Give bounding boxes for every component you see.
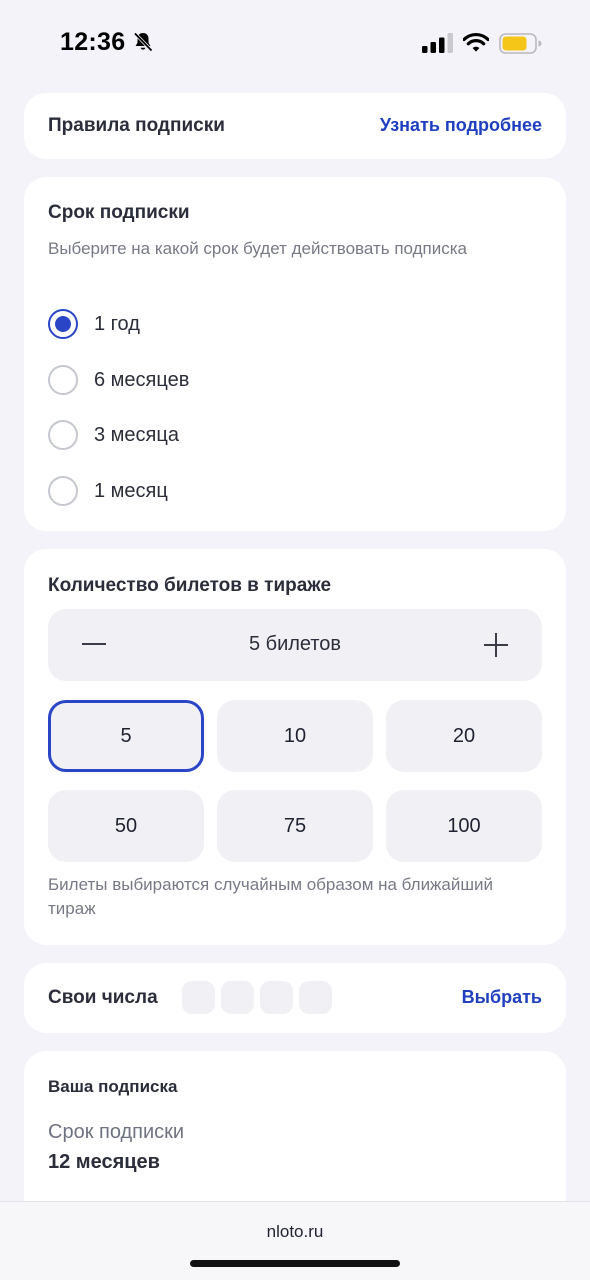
rules-title: Правила подписки	[48, 115, 225, 136]
term-option-3-months[interactable]: 3 месяца	[48, 419, 179, 451]
bell-muted-icon	[133, 32, 153, 52]
ticket-option-75[interactable]: 75	[217, 790, 373, 862]
ticket-option-100[interactable]: 100	[386, 790, 542, 862]
stepper-value: 5 билетов	[248, 633, 342, 655]
choose-numbers-link[interactable]: Выбрать	[462, 987, 542, 1008]
browser-address-bar: nloto.ru	[0, 1201, 590, 1280]
battery-icon	[499, 33, 542, 54]
term-option-label: 3 месяца	[94, 423, 179, 446]
number-slot	[221, 981, 254, 1014]
radio-selected-icon[interactable]	[48, 309, 78, 339]
term-option-1-year[interactable]: 1 год	[48, 308, 140, 340]
number-slot	[299, 981, 332, 1014]
radio-icon[interactable]	[48, 365, 78, 395]
tickets-stepper: 5 билетов	[48, 609, 542, 681]
radio-icon[interactable]	[48, 420, 78, 450]
rules-card: Правила подписки Узнать подробнее	[24, 93, 566, 159]
screen: 12:36 Правила подписки Узнать подробнее	[0, 0, 590, 1280]
term-option-label: 6 месяцев	[94, 368, 190, 391]
own-numbers-slots	[182, 981, 332, 1014]
term-description: Выберите на какой срок будет действовать…	[48, 239, 468, 258]
ticket-option-10[interactable]: 10	[217, 700, 373, 772]
subscription-summary-title: Ваша подписка	[48, 1077, 178, 1096]
ticket-option-5[interactable]: 5	[48, 700, 204, 772]
url-text[interactable]: nloto.ru	[0, 1222, 590, 1242]
term-option-label: 1 месяц	[94, 479, 168, 502]
plus-icon[interactable]	[484, 633, 508, 657]
ticket-option-50[interactable]: 50	[48, 790, 204, 862]
own-numbers-card: Свои числа Выбрать	[24, 963, 566, 1033]
cellular-signal-icon	[422, 33, 453, 53]
subscription-term-value: 12 месяцев	[48, 1151, 160, 1173]
subscription-term-card: Срок подписки Выберите на какой срок буд…	[24, 177, 566, 531]
home-indicator[interactable]	[190, 1260, 400, 1267]
radio-icon[interactable]	[48, 476, 78, 506]
term-option-1-month[interactable]: 1 месяц	[48, 475, 168, 507]
subscription-term-label: Срок подписки	[48, 1121, 185, 1143]
number-slot	[260, 981, 293, 1014]
tickets-count-card: Количество билетов в тираже 5 билетов 5 …	[24, 549, 566, 945]
status-bar: 12:36	[0, 0, 590, 88]
tickets-title: Количество билетов в тираже	[48, 575, 332, 596]
number-slot	[182, 981, 215, 1014]
status-time: 12:36	[60, 28, 126, 56]
term-option-label: 1 год	[94, 312, 140, 335]
term-title: Срок подписки	[48, 202, 190, 223]
wifi-icon	[463, 32, 489, 52]
term-option-6-months[interactable]: 6 месяцев	[48, 364, 189, 396]
ticket-option-20[interactable]: 20	[386, 700, 542, 772]
own-numbers-title: Свои числа	[48, 987, 158, 1008]
tickets-note: Билеты выбираются случайным образом на б…	[48, 875, 494, 918]
learn-more-link[interactable]: Узнать подробнее	[380, 115, 542, 136]
